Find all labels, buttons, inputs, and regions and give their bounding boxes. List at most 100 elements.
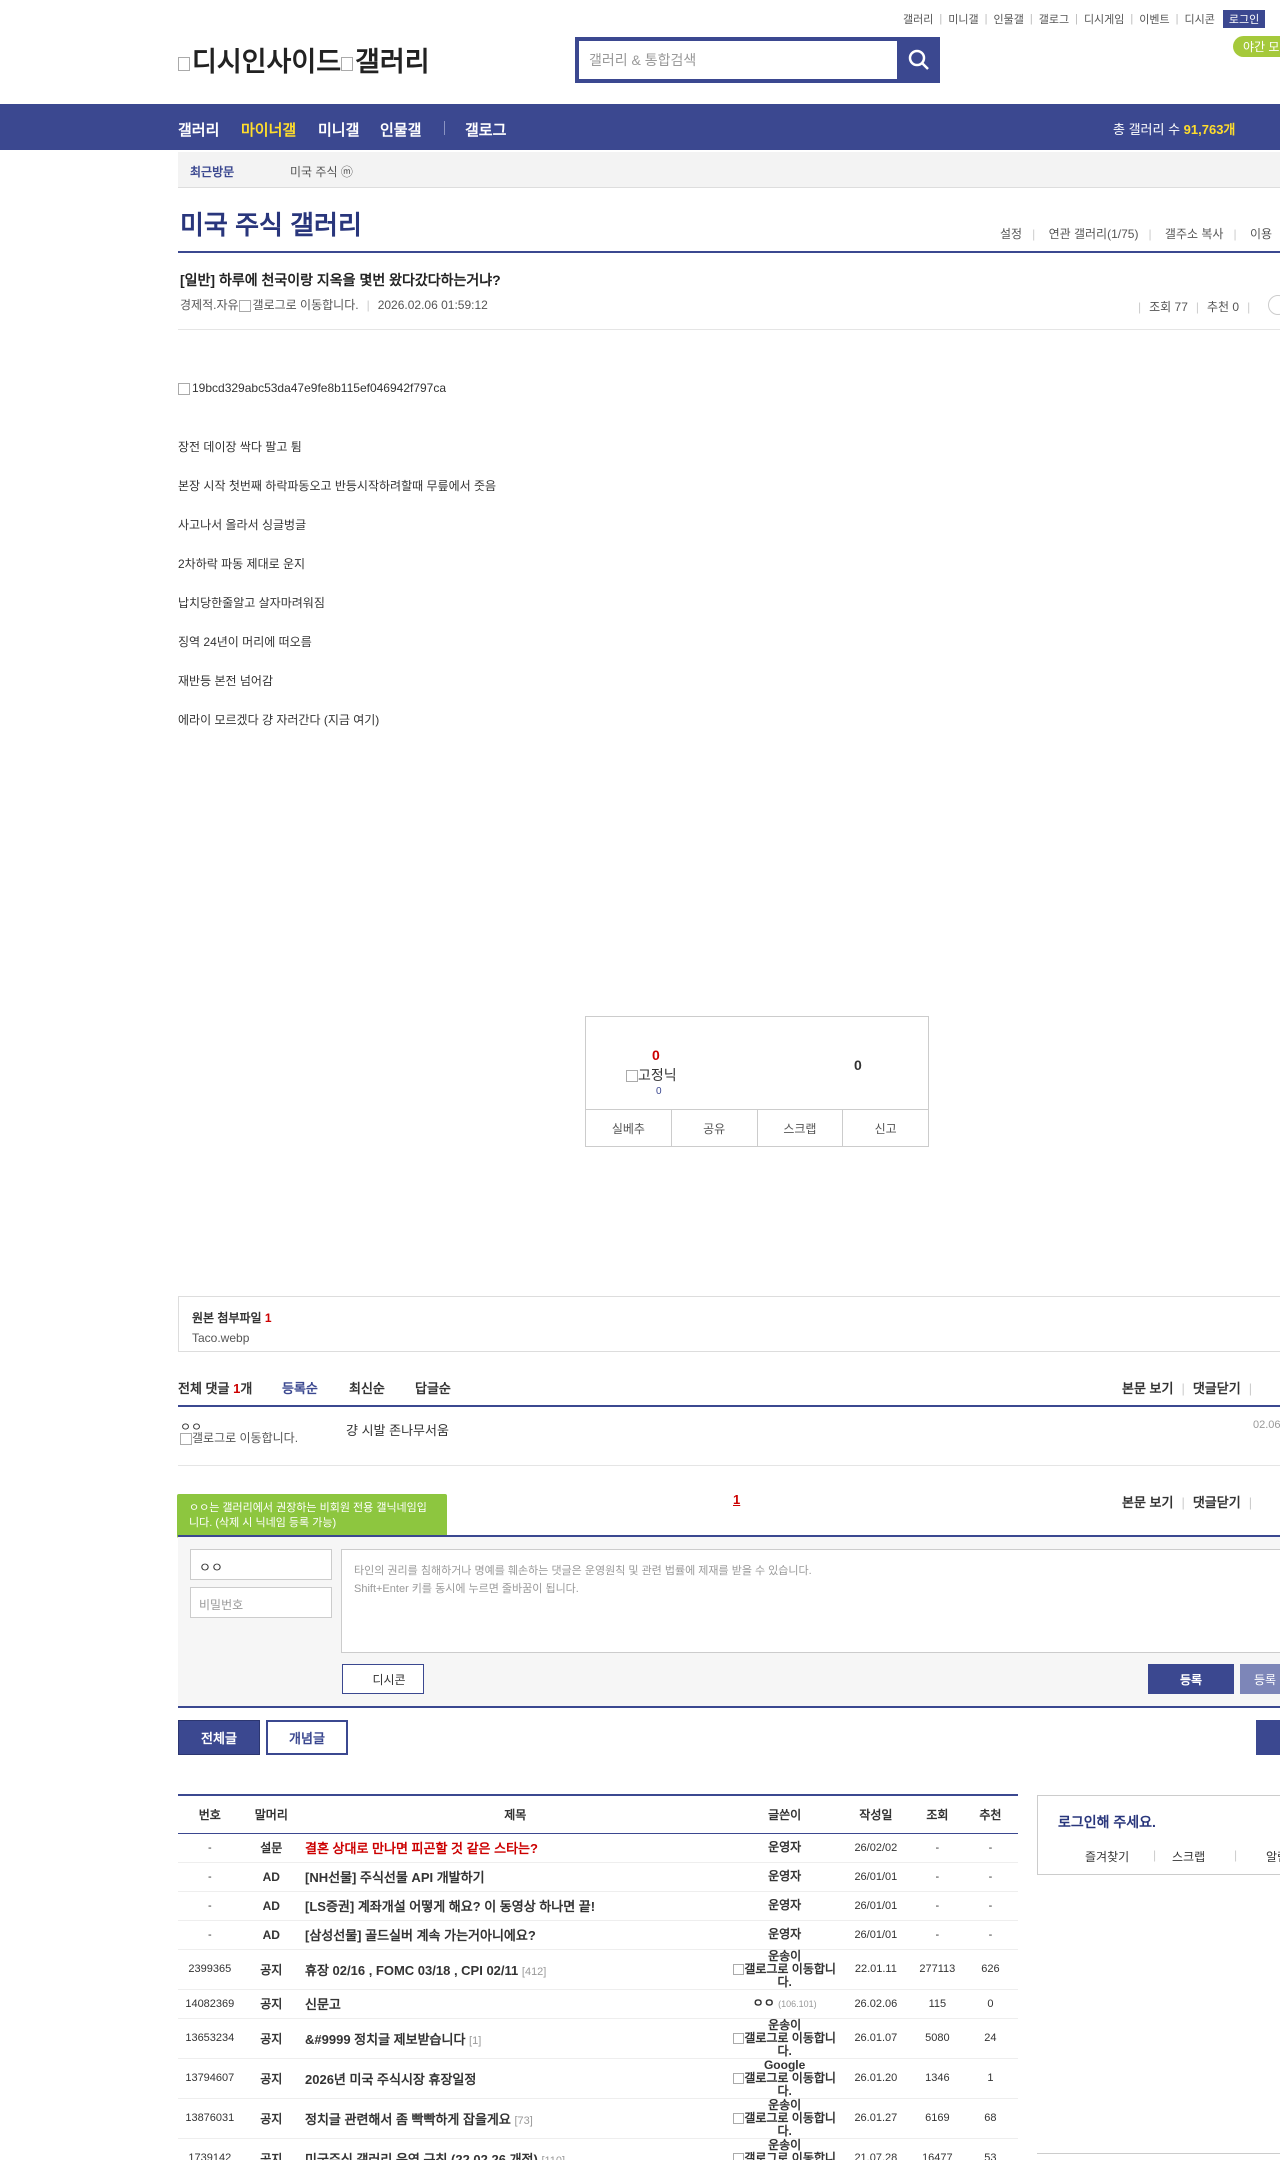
- view-post-button-2[interactable]: 본문 보기: [1122, 1495, 1173, 1510]
- post-writer[interactable]: 경제적.자유: [180, 298, 239, 312]
- post-writer-cell[interactable]: 운송이갤로그로 이동합니다.: [729, 1949, 840, 1990]
- all-posts-button[interactable]: 전체글: [178, 1720, 260, 1755]
- table-row[interactable]: - AD [NH선물] 주식선물 API 개발하기 운영자 26/01/01- -: [178, 1862, 1018, 1892]
- post-subject[interactable]: 2026년 미국 주식시장 휴장일정: [301, 2058, 730, 2099]
- tab-sort-reply[interactable]: 답글순: [415, 1378, 451, 1397]
- comment-page-1[interactable]: 1: [733, 1492, 740, 1507]
- gallery-title[interactable]: 미국 주식 갤러리: [180, 205, 362, 242]
- broken-image-icon: [178, 382, 190, 395]
- submit-button[interactable]: 등록: [1148, 1664, 1234, 1694]
- post-writer-cell[interactable]: Google 갤로그로 이동합니다.: [729, 2058, 840, 2099]
- post-subject[interactable]: 미국주식 갤러리 운영 규칙 (22.02.26 개정) [110]: [301, 2138, 730, 2160]
- copy-gallery-url[interactable]: 갤주소 복사: [1165, 227, 1224, 241]
- write-button[interactable]: [1256, 1720, 1280, 1755]
- related-galleries[interactable]: 연관 갤러리(1/75): [1049, 227, 1139, 241]
- downvote-count[interactable]: 0: [854, 1057, 862, 1073]
- alarm-link[interactable]: 알림: [1266, 1848, 1280, 1865]
- gallery-usage[interactable]: 이용: [1250, 227, 1272, 241]
- gallery-menu: 설정 | 연관 갤러리(1/75) | 갤주소 복사 | 이용: [1000, 227, 1273, 241]
- col-views: 조회: [911, 1794, 963, 1834]
- util-game[interactable]: 디시게임: [1084, 11, 1124, 27]
- post-writer-cell[interactable]: 운송이갤로그로 이동합니다.: [729, 2098, 840, 2139]
- table-row[interactable]: 2399365 공지 휴장 02/16 , FOMC 03/18 , CPI 02/…: [178, 1949, 1018, 1990]
- post-subject[interactable]: 휴장 02/16 , FOMC 03/18 , CPI 02/11 [412]: [301, 1949, 730, 1990]
- fixed-nick-recommend[interactable]: 고정닉: [626, 1065, 677, 1085]
- login-prompt[interactable]: 로그인해 주세요.: [1058, 1812, 1156, 1832]
- post-image[interactable]: 19bcd329abc53da47e9fe8b115ef046942f797ca: [178, 381, 446, 395]
- concept-posts-button[interactable]: 개념글: [266, 1720, 348, 1755]
- broken-image-icon: [180, 1432, 192, 1445]
- post-writer-cell[interactable]: 운송이갤로그로 이동합니다.: [729, 2018, 840, 2059]
- post-writer-cell[interactable]: 운영자: [729, 1833, 840, 1863]
- password-field[interactable]: 비밀번호: [190, 1587, 332, 1618]
- post-head: AD: [241, 1920, 302, 1950]
- util-event[interactable]: 이벤트: [1139, 11, 1169, 27]
- post-subject[interactable]: [삼성선물] 골드실버 계속 가는거아니에요?: [301, 1920, 730, 1950]
- search-icon[interactable]: [904, 45, 934, 75]
- util-gallog[interactable]: 갤로그: [1039, 11, 1069, 27]
- site-logo[interactable]: 디시인사이드 갤러리: [178, 40, 430, 79]
- close-comments-button[interactable]: 댓글닫기: [1193, 1381, 1241, 1396]
- gallery-settings[interactable]: 설정: [1000, 227, 1022, 241]
- post-subject[interactable]: 신문고: [301, 1989, 730, 2019]
- upvote-count[interactable]: 0: [652, 1047, 660, 1063]
- table-row[interactable]: 13876031 공지 정치글 관련해서 좀 빡빡하게 잡을게요 [73] 운송이 갤로…: [178, 2098, 1018, 2139]
- util-person[interactable]: 인물갤: [993, 11, 1023, 27]
- attachment-file[interactable]: Taco.webp: [192, 1331, 1274, 1345]
- post-writer-cell[interactable]: 운영자: [729, 1891, 840, 1921]
- post-subject[interactable]: 정치글 관련해서 좀 빡빡하게 잡을게요 [73]: [301, 2098, 730, 2139]
- table-row[interactable]: 13794607 공지 2026년 미국 주식시장 휴장일정 Google 갤로그로 …: [178, 2058, 1018, 2099]
- util-dccon[interactable]: 디시콘: [1185, 11, 1215, 27]
- nickname-field[interactable]: ㅇㅇ: [190, 1549, 332, 1580]
- gallog-icon[interactable]: [238, 299, 251, 312]
- post-subject[interactable]: [LS증권] 계좌개설 어떻게 해요? 이 동영상 하나면 끝!: [301, 1891, 730, 1921]
- nav-mini[interactable]: 미니갤: [318, 119, 359, 140]
- table-row[interactable]: 1739142공지미국주식 갤러리 운영 규칙 (22.02.26 개정) [1…: [178, 2138, 1018, 2160]
- table-row[interactable]: - 설문 결혼 상대로 만나면 피곤할 것 같은 스타는? 운영자 26/02/02-…: [178, 1833, 1018, 1863]
- nav-minor[interactable]: 마이너갤: [241, 119, 296, 140]
- table-row[interactable]: 14082369 공지 신문고 ㅇㅇ (106.101) 26.02.06 115 0: [178, 1989, 1018, 2019]
- dccon-button[interactable]: 디시콘: [342, 1664, 424, 1694]
- table-row[interactable]: 13653234 공지 &#9999 정치글 제보받습니다 [1] 운송이 갤로그로 이…: [178, 2018, 1018, 2059]
- nav-gallery[interactable]: 갤러리: [178, 119, 219, 140]
- post-subject[interactable]: &#9999 정치글 제보받습니다 [1]: [301, 2018, 730, 2059]
- table-row[interactable]: - AD [삼성선물] 골드실버 계속 가는거아니에요? 운영자 26/01/01- -: [178, 1920, 1018, 1950]
- submit-recommend-button[interactable]: 등록: [1240, 1664, 1280, 1694]
- broken-image-icon: [178, 56, 190, 71]
- util-mini[interactable]: 미니갤: [948, 11, 978, 27]
- post-views: -: [911, 1862, 963, 1892]
- tab-sort-latest[interactable]: 최신순: [349, 1378, 385, 1397]
- favorites-link[interactable]: 즐겨찾기: [1085, 1848, 1129, 1865]
- post-writer-cell[interactable]: 운송이갤로그로 이동합니다.: [729, 2138, 840, 2160]
- comment-textarea[interactable]: 타인의 권리를 침해하거나 명예를 훼손하는 댓글은 운영원칙 및 관련 법률에…: [341, 1549, 1280, 1653]
- search-input[interactable]: 갤러리 & 통합검색: [579, 41, 897, 79]
- recent-visit-item[interactable]: 미국 주식 ⓜ: [290, 163, 353, 180]
- close-comments-button-2[interactable]: 댓글닫기: [1193, 1495, 1241, 1510]
- recent-visit-label[interactable]: 최근방문: [190, 163, 234, 180]
- report-button[interactable]: 신고: [843, 1110, 928, 1146]
- scrap-link[interactable]: 스크랩: [1172, 1848, 1205, 1865]
- post-writer-cell[interactable]: 운영자: [729, 1920, 840, 1950]
- nav-gallog[interactable]: 갤로그: [465, 119, 506, 140]
- post-subject[interactable]: [NH선물] 주식선물 API 개발하기: [301, 1862, 730, 1892]
- tab-sort-registered[interactable]: 등록순: [282, 1378, 318, 1397]
- more-options-icon[interactable]: [1268, 295, 1280, 315]
- comment-gallog[interactable]: 갤로그로 이동합니다.: [180, 1432, 310, 1445]
- post-writer-cell[interactable]: 운영자: [729, 1862, 840, 1892]
- scrap-button[interactable]: 스크랩: [758, 1110, 844, 1146]
- post-line: 2차하락 파동 제대로 운지: [178, 557, 306, 571]
- search-bar: 갤러리 & 통합검색: [575, 37, 940, 83]
- post-num: 13876031: [178, 2098, 242, 2139]
- fixed-nick-count: 0: [656, 1086, 662, 1097]
- night-mode-toggle[interactable]: 야간 모드: [1233, 36, 1280, 57]
- col-subject: 제목: [301, 1794, 730, 1834]
- util-gallery[interactable]: 갤러리: [903, 11, 933, 27]
- nav-person[interactable]: 인물갤: [380, 119, 421, 140]
- table-row[interactable]: - AD [LS증권] 계좌개설 어떻게 해요? 이 동영상 하나면 끝! 운영자 2…: [178, 1891, 1018, 1921]
- login-button[interactable]: 로그인: [1222, 10, 1266, 28]
- post-writer-cell[interactable]: ㅇㅇ (106.101): [729, 1989, 840, 2019]
- share-button[interactable]: 공유: [672, 1110, 758, 1146]
- view-post-button[interactable]: 본문 보기: [1122, 1381, 1173, 1396]
- post-subject[interactable]: 결혼 상대로 만나면 피곤할 것 같은 스타는?: [301, 1833, 730, 1863]
- best-recommend-button[interactable]: 실베추: [586, 1110, 672, 1146]
